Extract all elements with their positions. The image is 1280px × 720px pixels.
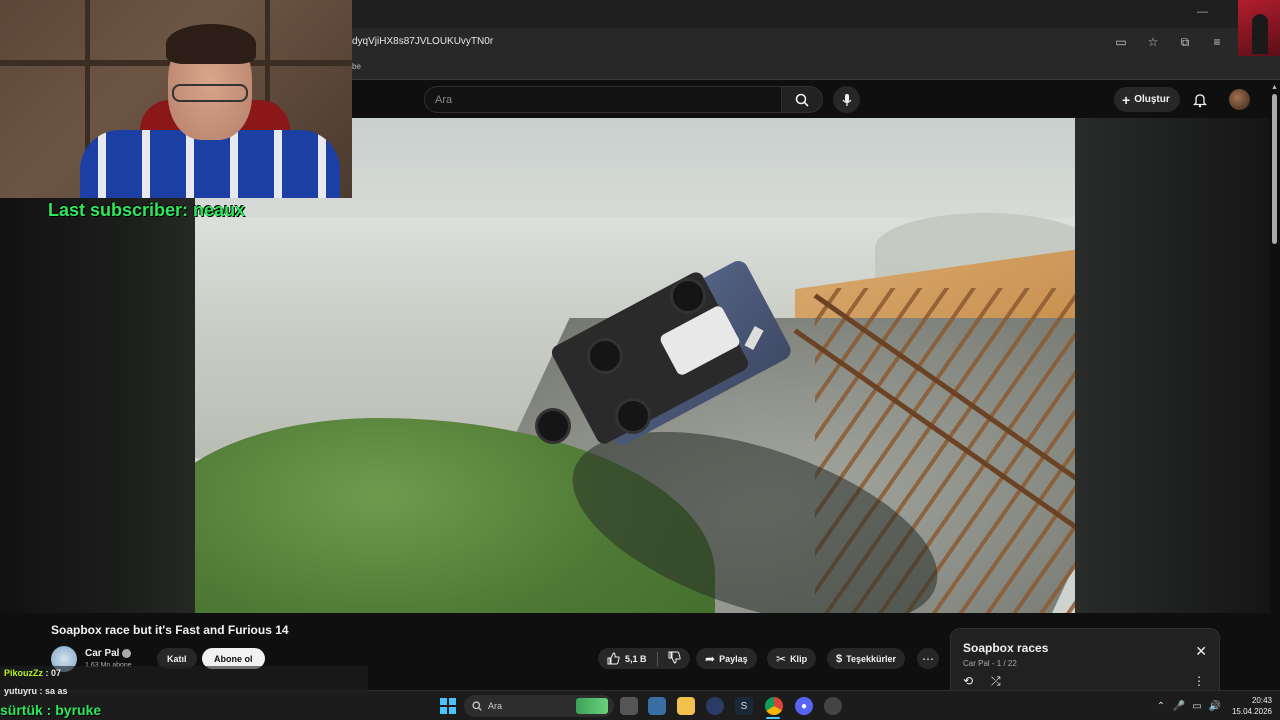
thanks-icon: $ xyxy=(836,652,843,665)
reading-list-icon[interactable]: ≡ xyxy=(1208,33,1226,51)
thumbs-down-icon xyxy=(668,651,681,664)
share-button[interactable]: ➦ Paylaş xyxy=(696,648,757,669)
verified-badge-icon xyxy=(122,649,131,658)
streamer-jersey xyxy=(80,130,340,198)
thanks-button[interactable]: $ Teşekkürler xyxy=(827,648,905,669)
secondary-webcam xyxy=(1238,0,1280,56)
chat-message: yutuyru : sa as xyxy=(4,686,68,696)
close-icon[interactable]: ✕ xyxy=(1195,643,1207,660)
scrollbar-up-arrow-icon[interactable]: ▲ xyxy=(1271,84,1278,91)
streamer-hair xyxy=(166,24,256,64)
page-scrollbar-thumb[interactable] xyxy=(1272,94,1277,244)
screen: — dyqVjiHX8s87JVLOUKUvyTN0r ▭ ☆ ⧉ ≡ be A… xyxy=(0,0,1280,720)
channel-name[interactable]: Car Pal xyxy=(85,648,119,659)
more-vertical-icon[interactable]: ⋮ xyxy=(1193,674,1205,688)
like-dislike-group: 5,1 B xyxy=(598,648,690,669)
active-app-indicator xyxy=(766,717,780,719)
bookmark-item[interactable]: be xyxy=(352,62,361,71)
url-text[interactable]: dyqVjiHX8s87JVLOUKUvyTN0r xyxy=(352,36,493,47)
video-car-wheel xyxy=(670,278,706,314)
cast-icon[interactable]: ▭ xyxy=(1112,33,1130,51)
app-icon[interactable] xyxy=(706,697,724,715)
playlist-title[interactable]: Soapbox races xyxy=(963,641,1048,655)
loop-icon[interactable]: ⟲ xyxy=(963,674,973,688)
voice-search-button[interactable] xyxy=(833,86,860,113)
taskbar-search-label: Ara xyxy=(488,701,503,711)
chrome-icon[interactable] xyxy=(765,697,783,715)
plus-icon: + xyxy=(1122,91,1131,108)
notifications-button[interactable] xyxy=(1190,90,1210,110)
streamer-webcam xyxy=(0,0,352,198)
steam-icon[interactable]: S xyxy=(735,697,753,715)
address-bar-icons: ▭ ☆ ⧉ ≡ xyxy=(1112,33,1226,51)
chat-message-highlight: sürtük : byruke xyxy=(0,702,102,718)
more-horizontal-icon: ⋯ xyxy=(922,651,934,666)
create-button[interactable]: + Oluştur xyxy=(1114,87,1180,112)
clock-time: 20:43 xyxy=(1251,696,1272,705)
app-icon[interactable] xyxy=(824,697,842,715)
thanks-label: Teşekkürler xyxy=(846,653,896,664)
search-button[interactable] xyxy=(781,86,823,113)
last-subscriber-overlay: Last subscriber: neaux xyxy=(48,200,246,220)
share-icon: ➦ xyxy=(705,651,716,666)
bell-icon xyxy=(1193,93,1207,107)
system-tray: ⌃ 🎤 ▭ 🔊 20:43 15.04.2026 xyxy=(1152,691,1280,720)
clip-button[interactable]: ✂ Klip xyxy=(767,648,817,669)
search-icon xyxy=(795,93,809,107)
dislike-button[interactable] xyxy=(668,651,681,666)
share-label: Paylaş xyxy=(719,653,748,664)
microphone-icon[interactable]: 🎤 xyxy=(1170,701,1188,712)
chevron-up-icon[interactable]: ⌃ xyxy=(1152,701,1170,712)
clip-label: Klip xyxy=(790,653,808,664)
search-highlight-icon xyxy=(576,698,608,714)
thumbs-up-icon xyxy=(607,652,620,665)
secondary-webcam-person xyxy=(1252,14,1268,54)
chat-username: yutuyru xyxy=(4,686,38,696)
scissors-icon: ✂ xyxy=(776,651,787,666)
video-title: Soapbox race but it's Fast and Furious 1… xyxy=(51,623,289,637)
network-icon[interactable]: ▭ xyxy=(1188,701,1206,712)
task-view-icon[interactable] xyxy=(620,697,638,715)
video-backdrop-right xyxy=(1075,118,1270,613)
windows-start-icon[interactable] xyxy=(440,698,456,714)
more-actions-button[interactable]: ⋯ xyxy=(917,648,939,669)
calculator-icon[interactable] xyxy=(648,697,666,715)
bookmark-star-icon[interactable]: ☆ xyxy=(1144,33,1162,51)
like-count: 5,1 B xyxy=(625,653,647,664)
discord-icon[interactable]: ● xyxy=(795,697,813,715)
file-explorer-icon[interactable] xyxy=(677,697,695,715)
video-car-wheel xyxy=(587,338,623,374)
playlist-subtitle: Car Pal - 1 / 22 xyxy=(963,659,1017,668)
like-button[interactable]: 5,1 B xyxy=(607,652,647,665)
chat-message: PikouzZz : 07 xyxy=(4,668,61,678)
window-minimize-icon[interactable]: — xyxy=(1197,6,1208,18)
create-label: Oluştur xyxy=(1134,94,1170,105)
chat-username: PikouzZz xyxy=(4,668,44,678)
search-input[interactable]: Ara xyxy=(424,86,782,113)
playlist-panel: Soapbox races Car Pal - 1 / 22 ✕ ⟲ ⤮ ⋮ xyxy=(950,628,1220,692)
streamer-glasses xyxy=(172,84,248,102)
video-car-wheel xyxy=(615,398,651,434)
clock-date: 15.04.2026 xyxy=(1231,707,1272,716)
chat-text: : 07 xyxy=(43,668,62,678)
search-placeholder: Ara xyxy=(435,94,453,106)
shuffle-icon[interactable]: ⤮ xyxy=(991,674,1001,689)
search-icon xyxy=(472,701,482,711)
chat-text: : sa as xyxy=(37,686,68,696)
account-avatar[interactable] xyxy=(1229,89,1250,110)
volume-icon[interactable]: 🔊 xyxy=(1206,701,1224,712)
extensions-icon[interactable]: ⧉ xyxy=(1176,33,1194,51)
clock[interactable]: 20:43 15.04.2026 xyxy=(1224,695,1280,717)
video-car-wheel xyxy=(535,408,571,444)
microphone-icon xyxy=(842,93,851,106)
like-divider xyxy=(656,651,658,666)
